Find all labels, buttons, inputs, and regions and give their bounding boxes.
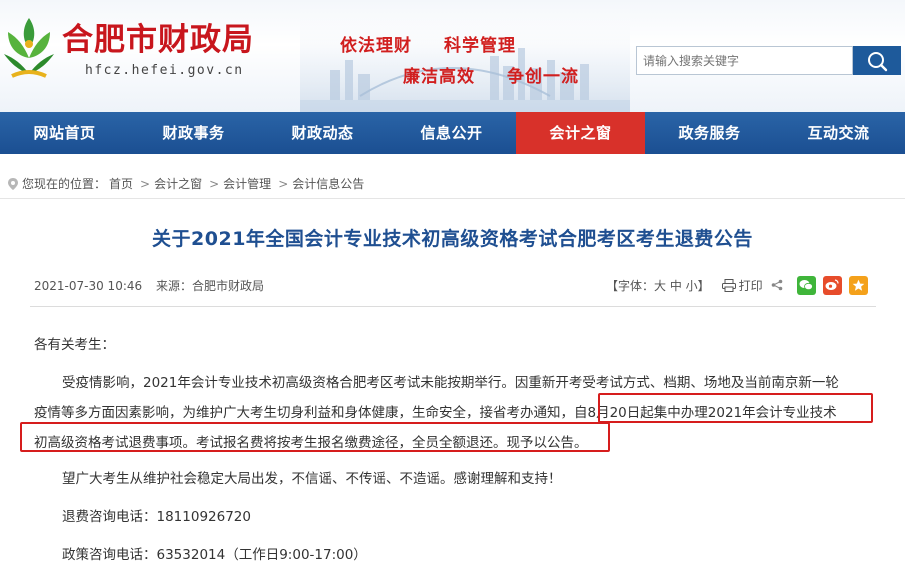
print-button[interactable]: 打印	[721, 277, 763, 294]
breadcrumb-prefix: 您现在的位置：	[22, 177, 107, 191]
site-title[interactable]: 合肥市财政局	[62, 22, 254, 58]
article-source: 来源：合肥市财政局	[155, 279, 264, 293]
breadcrumb-accounting-notice[interactable]: 会计信息公告	[292, 177, 364, 191]
nav-item-info-disclosure[interactable]: 信息公开	[387, 112, 516, 154]
highlight-box	[20, 422, 610, 452]
font-size-switch[interactable]: 【字体：大 中 小】	[606, 277, 710, 294]
slogan-3: 廉洁高效	[403, 67, 475, 87]
search-input[interactable]	[636, 46, 853, 75]
breadcrumb-separator: >	[278, 177, 289, 191]
breadcrumb-home[interactable]: 首页	[109, 177, 133, 191]
printer-icon	[721, 278, 736, 292]
share-icon[interactable]	[771, 279, 783, 291]
location-pin-icon	[8, 178, 18, 190]
wechat-share-icon[interactable]	[796, 275, 816, 295]
breadcrumb-separator: >	[209, 177, 220, 191]
policy-phone: 政策咨询电话：63532014（工作日9:00-17:00）	[62, 547, 367, 563]
nav-item-finance-news[interactable]: 财政动态	[258, 112, 387, 154]
qzone-share-icon[interactable]	[848, 275, 868, 295]
search-icon	[868, 52, 888, 72]
article-title: 关于2021年全国会计专业技术初高级资格考试合肥考区考生退费公告	[152, 228, 753, 250]
nav-item-home[interactable]: 网站首页	[0, 112, 129, 154]
site-url: hfcz.hefei.gov.cn	[85, 63, 244, 78]
nav-item-finance-affairs[interactable]: 财政事务	[129, 112, 258, 154]
slogan-4: 争创一流	[507, 67, 579, 87]
nav-item-accounting-window[interactable]: 会计之窗	[516, 112, 645, 154]
divider	[0, 198, 905, 199]
search-button[interactable]	[853, 46, 901, 75]
city-skyline-banner	[300, 0, 630, 112]
publish-date: 2021-07-30 10:46	[34, 279, 143, 293]
highlight-box	[598, 393, 873, 423]
slogan-2: 科学管理	[444, 36, 516, 56]
hefei-finance-logo-icon	[4, 18, 54, 78]
breadcrumb-accounting-window[interactable]: 会计之窗	[154, 177, 202, 191]
breadcrumb: 您现在的位置： 首页 > 会计之窗 > 会计管理 > 会计信息公告	[0, 172, 905, 196]
weibo-share-icon[interactable]	[822, 275, 842, 295]
breadcrumb-accounting-management[interactable]: 会计管理	[223, 177, 271, 191]
article-meta: 2021-07-30 10:46 来源：合肥市财政局	[34, 277, 264, 294]
divider	[30, 306, 876, 307]
slogan-1: 依法理财	[340, 36, 412, 56]
main-nav: 网站首页 财政事务 财政动态 信息公开 会计之窗 政务服务 互动交流	[0, 112, 905, 154]
nav-item-interaction[interactable]: 互动交流	[774, 112, 903, 154]
site-header: 合肥市财政局 hfcz.hefei.gov.cn 依法理财 科学管理 廉洁高效 …	[0, 0, 905, 112]
print-label: 打印	[738, 278, 763, 293]
article-tools: 【字体：大 中 小】 打印	[606, 274, 875, 296]
paragraph-2: 望广大考生从维护社会稳定大局出发，不信谣、不传谣、不造谣。感谢理解和支持！	[62, 471, 562, 487]
breadcrumb-separator: >	[140, 177, 151, 191]
nav-item-gov-services[interactable]: 政务服务	[645, 112, 774, 154]
refund-phone: 退费咨询电话：18110926720	[62, 509, 251, 525]
paragraph-1-line-1: 受疫情影响，2021年会计专业技术初高级资格合肥考区考试未能按期举行。因重新开考…	[62, 375, 839, 391]
greeting: 各有关考生：	[34, 337, 115, 353]
